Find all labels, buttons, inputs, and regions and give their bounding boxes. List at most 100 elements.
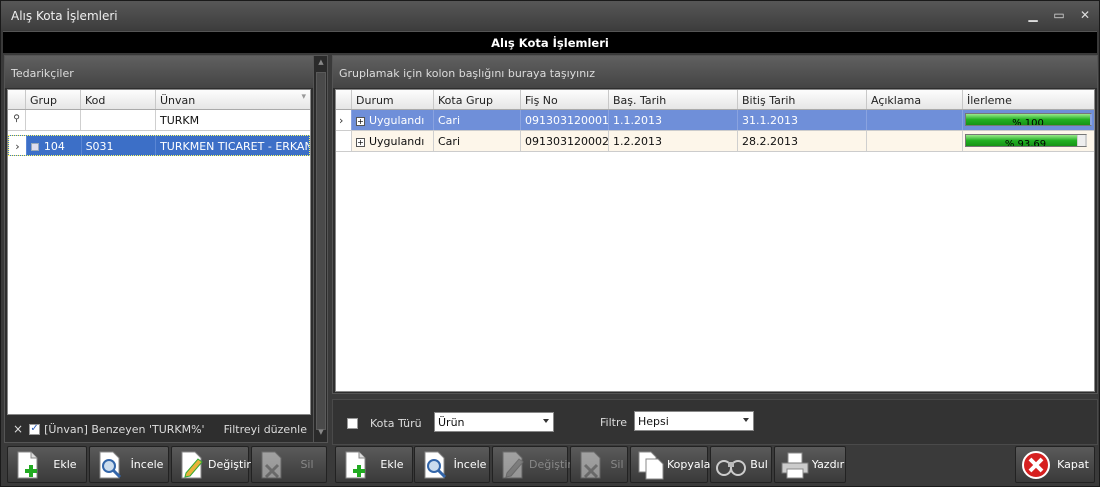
column-header-unvan[interactable]: Ünvan ▾ [156,90,310,109]
row-indicator [336,131,352,151]
row-indicator-header [336,90,352,109]
close-window-label: Kapat [1057,458,1089,471]
expand-icon[interactable]: + [356,117,365,126]
suppliers-panel: Tedarikçiler Grup Kod Ünvan ▾ ⚲ TURKM › [4,55,328,443]
column-header-ilerleme[interactable]: İlerleme [963,90,1094,109]
kota-turu-label: Kota Türü [370,417,422,430]
close-button[interactable]: ✕ [1077,7,1093,23]
left-add-button[interactable]: Ekle [7,446,87,483]
suppliers-grid-header: Grup Kod Ünvan ▾ [8,90,310,110]
find-button[interactable]: Bul [710,446,772,483]
right-edit-label: Değiştir [529,458,572,471]
cell-bas-tarih: 1.2.2013 [609,131,738,151]
column-header-kod[interactable]: Kod [81,90,156,109]
right-edit-button[interactable]: Değiştir [492,446,572,483]
kota-turu-select[interactable]: Ürün [434,412,554,432]
add-document-icon [12,449,44,481]
row-indicator-icon: › [336,110,352,130]
right-add-button[interactable]: Ekle [335,446,413,483]
column-header-fis-no[interactable]: Fiş No [521,90,609,109]
copy-button[interactable]: Kopyala [630,446,711,483]
cell-fis-no: 0913031200021 [521,131,609,151]
column-header-bitis-tarih[interactable]: Bitiş Tarih [738,90,867,109]
delete-document-icon [256,449,288,481]
clear-filter-button[interactable]: × [13,422,23,436]
filter-text: [Ünvan] Benzeyen 'TURKM%' [44,422,205,436]
kota-turu-value: Ürün [438,416,465,429]
add-document-icon [340,449,372,481]
cell-bitis-tarih: 31.1.2013 [738,110,867,130]
kota-turu-checkbox[interactable] [347,418,358,429]
cell-aciklama [867,110,963,130]
quota-grid-header: Durum Kota Grup Fiş No Baş. Tarih Bitiş … [336,90,1094,110]
options-bar: Kota Türü Ürün Filtre Hepsi [332,399,1098,445]
group-by-area[interactable]: Gruplamak için kolon başlığını buraya ta… [333,56,1097,88]
expand-icon[interactable]: + [356,138,365,147]
column-header-bas-tarih[interactable]: Baş. Tarih [609,90,738,109]
maximize-button[interactable]: ▭ [1051,7,1067,23]
left-view-label: İncele [130,458,164,471]
copy-label: Kopyala [667,458,711,471]
cell-bitis-tarih: 28.2.2013 [738,131,867,151]
suppliers-scrollbar[interactable]: ▲ ▼ [313,56,327,442]
chevron-down-icon [743,418,749,422]
filtre-value: Hepsi [638,415,669,428]
right-view-button[interactable]: İncele [414,446,490,483]
cell-kota-grup: Cari [434,131,521,151]
cell-unvan: TURKMEN TICARET - ERKAN... [160,140,309,153]
find-label: Bul [750,458,768,471]
edit-filter-link[interactable]: Filtreyi düzenle [224,423,307,436]
column-header-kota-grup[interactable]: Kota Grup [434,90,521,109]
print-button[interactable]: Yazdır [774,446,846,483]
row-indicator-header [8,90,26,109]
column-header-durum[interactable]: Durum [352,90,434,109]
left-view-button[interactable]: İncele [89,446,169,483]
table-row[interactable]: › 104 S031 TURKMEN TICARET - ERKAN... [8,135,310,156]
left-delete-button[interactable]: Sil [251,446,327,483]
edit-document-icon [497,449,529,481]
cell-kota-grup: Cari [434,110,521,130]
magnify-document-icon [419,449,451,481]
delete-document-icon [575,449,607,481]
scroll-down-icon[interactable]: ▼ [314,428,328,440]
edit-document-icon [176,449,208,481]
cell-ilerleme: % 93,69 [963,131,1094,151]
close-icon [1020,449,1052,481]
progress-bar: % 100 [965,113,1092,126]
copy-icon [635,449,667,481]
chevron-down-icon [543,419,549,423]
cell-bas-tarih: 1.1.2013 [609,110,738,130]
printer-icon [779,449,811,481]
filter-enabled-checkbox[interactable] [29,423,41,435]
right-delete-label: Sil [610,458,624,471]
column-header-grup[interactable]: Grup [26,90,81,109]
filter-cell-grup[interactable] [26,110,81,130]
cell-durum-value: Uygulandı [369,114,425,127]
row-indicator-icon: › [9,136,27,155]
row-expand-icon[interactable] [30,143,39,151]
cell-fis-no: 0913031200014 [521,110,609,130]
right-delete-button[interactable]: Sil [570,446,628,483]
cell-grup-value: 104 [43,140,65,153]
cell-aciklama [867,131,963,151]
filtre-select[interactable]: Hepsi [634,411,754,431]
table-row[interactable]: + Uygulandı Cari 0913031200021 1.2.2013 2… [336,131,1094,152]
filter-row-icon: ⚲ [8,110,26,130]
table-row[interactable]: › + Uygulandı Cari 0913031200014 1.1.2013… [336,110,1094,131]
cell-durum: + Uygulandı [352,110,434,130]
left-add-label: Ekle [53,458,77,471]
window-title: Alış Kota İşlemleri [11,8,118,23]
print-label: Yazdır [811,458,845,471]
scroll-thumb[interactable] [316,72,326,430]
column-header-aciklama[interactable]: Açıklama [867,90,963,109]
close-window-button[interactable]: Kapat [1015,446,1095,483]
filter-icon[interactable]: ▾ [301,92,306,102]
progress-label: % 100 [966,114,1091,125]
cell-durum: + Uygulandı [352,131,434,151]
filter-cell-kod[interactable] [81,110,156,130]
minimize-button[interactable]: ▁ [1025,7,1041,23]
scroll-up-icon[interactable]: ▲ [314,58,328,70]
cell-grup: 104 [27,136,82,155]
left-edit-button[interactable]: Değiştir [171,446,251,483]
filter-cell-unvan[interactable]: TURKM [156,110,310,130]
